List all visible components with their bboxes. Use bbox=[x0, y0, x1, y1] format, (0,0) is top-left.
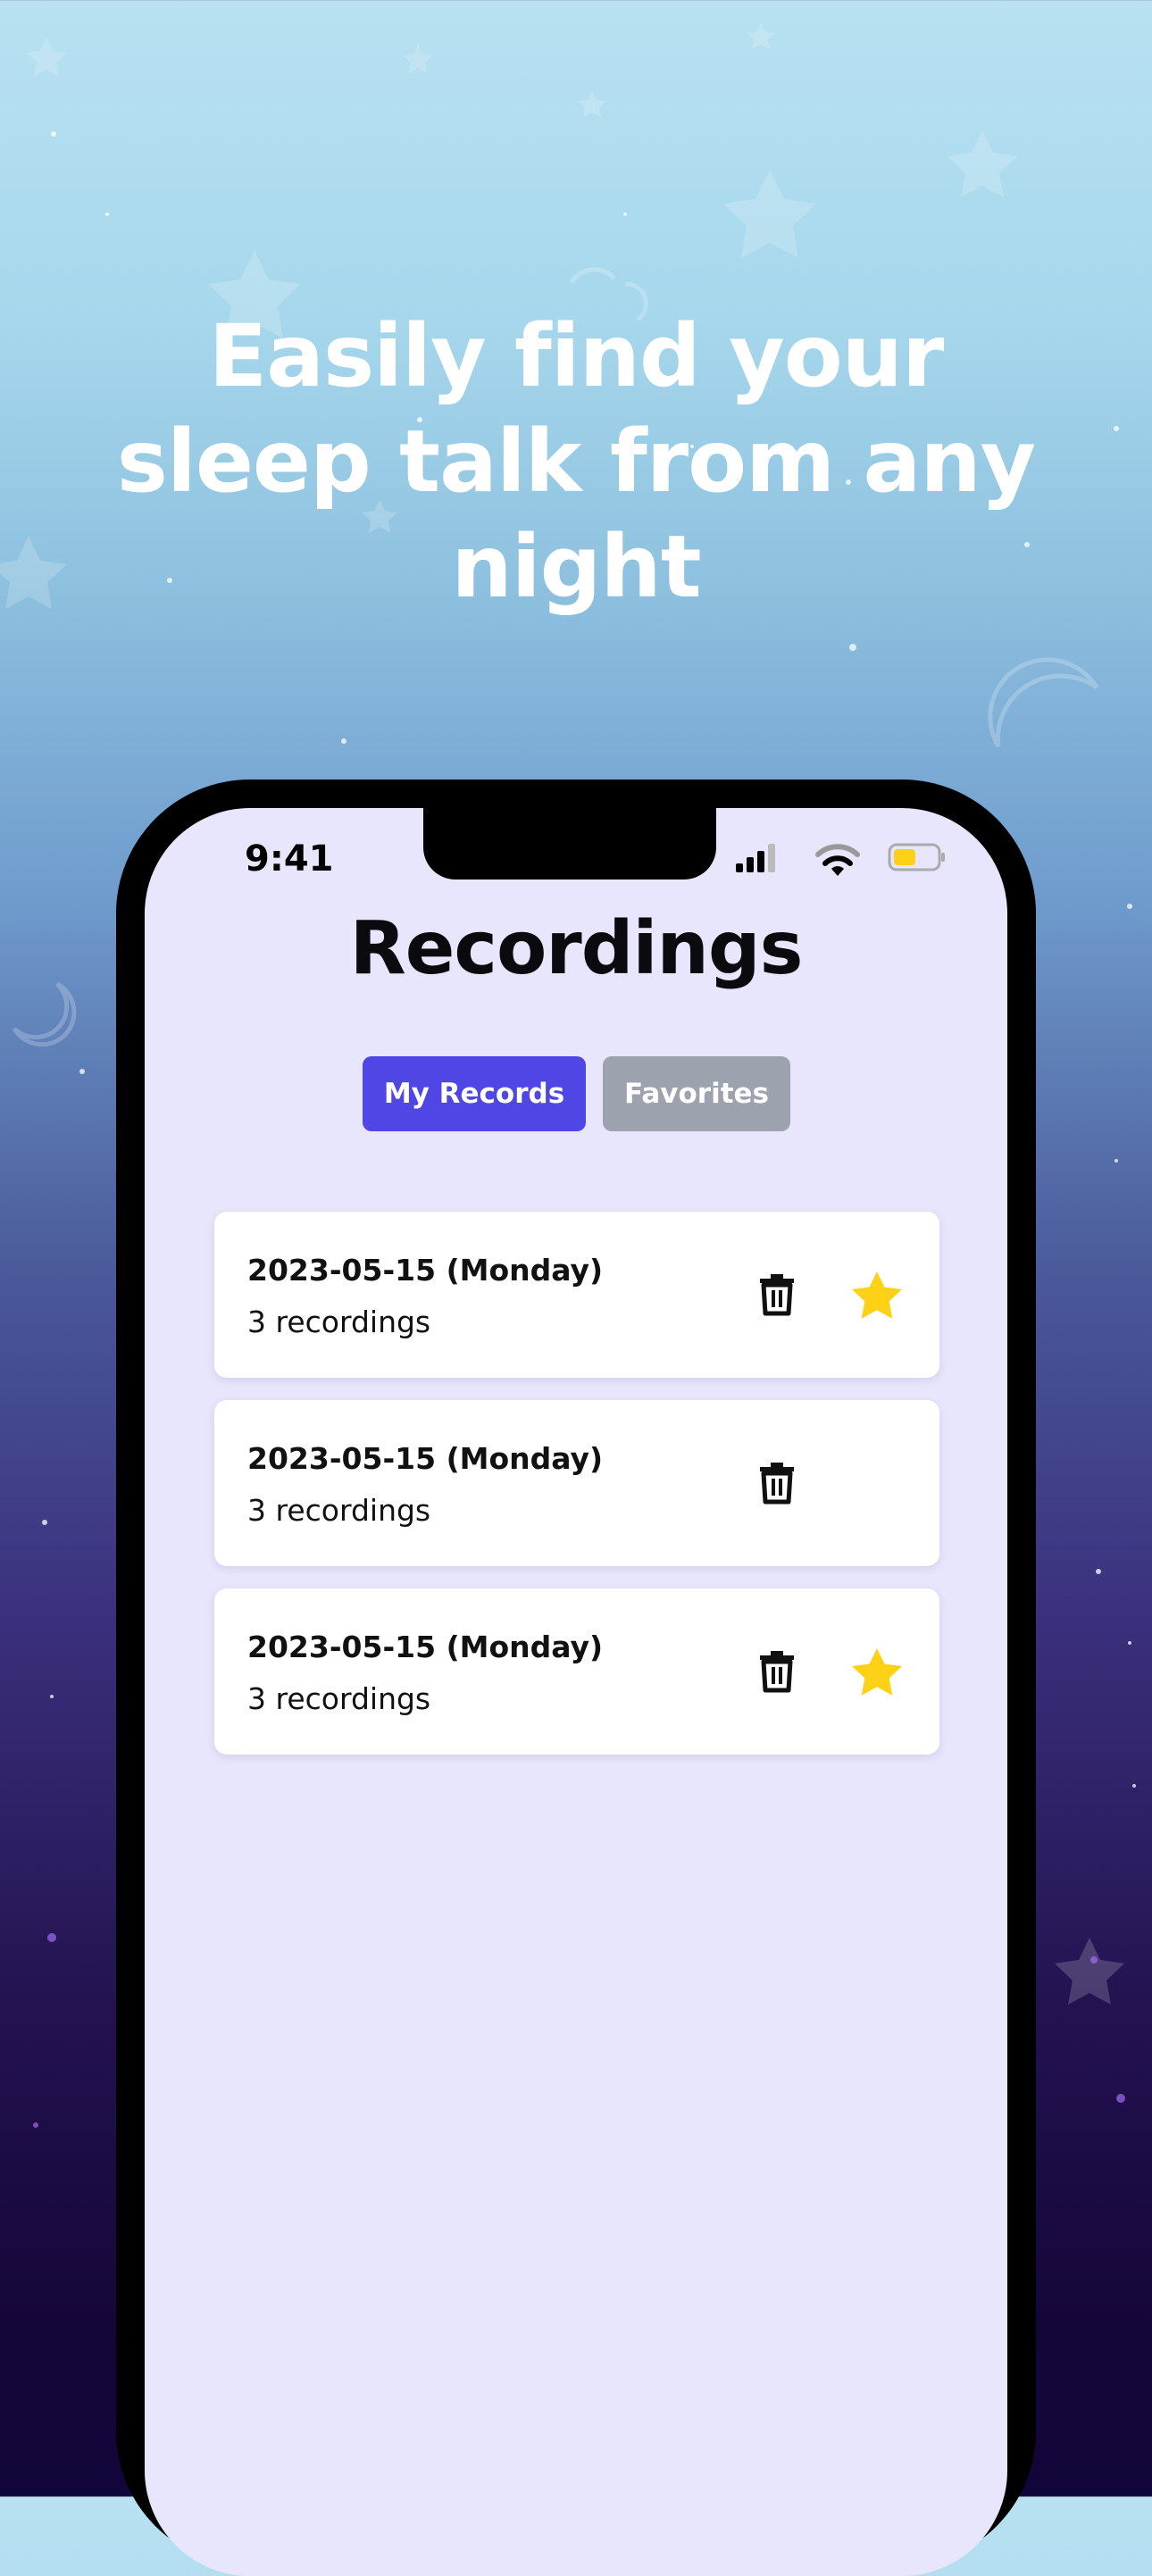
record-date: 2023-05-15 (Monday) bbox=[247, 1441, 604, 1476]
star-icon bbox=[747, 23, 775, 49]
moon-icon bbox=[12, 981, 77, 1047]
record-count: 3 recordings bbox=[247, 1493, 431, 1528]
headline-line-1: Easily find your bbox=[208, 306, 945, 406]
record-date: 2023-05-15 (Monday) bbox=[247, 1253, 604, 1288]
favorite-star-icon[interactable] bbox=[850, 1269, 904, 1322]
trash-icon[interactable] bbox=[755, 1649, 799, 1694]
star-icon bbox=[1055, 1938, 1124, 2005]
phone-notch bbox=[423, 808, 716, 880]
star-icon bbox=[723, 170, 816, 258]
wifi-icon bbox=[815, 844, 860, 876]
battery-icon bbox=[888, 843, 945, 871]
trash-icon[interactable] bbox=[755, 1272, 799, 1317]
recording-card[interactable]: 2023-05-15 (Monday) 3 recordings bbox=[214, 1588, 939, 1755]
recording-card[interactable]: 2023-05-15 (Monday) 3 recordings bbox=[214, 1400, 939, 1566]
star-icon bbox=[578, 91, 606, 117]
record-date: 2023-05-15 (Monday) bbox=[247, 1630, 604, 1664]
moon-icon bbox=[569, 267, 616, 284]
star-icon bbox=[403, 45, 433, 73]
headline-line-2: sleep talk from any night bbox=[116, 412, 1036, 617]
phone-frame: 9:41 Recordings My Records Favorites 202… bbox=[116, 779, 1036, 2576]
favorite-star-icon[interactable] bbox=[850, 1646, 904, 1699]
status-icons bbox=[734, 842, 957, 878]
recordings-list: 2023-05-15 (Monday) 3 recordings 2023-05… bbox=[214, 1212, 939, 1777]
moon-icon bbox=[988, 657, 1099, 748]
cellular-signal-icon bbox=[736, 844, 775, 872]
page-title: Recordings bbox=[349, 906, 804, 991]
recording-card[interactable]: 2023-05-15 (Monday) 3 recordings bbox=[214, 1212, 939, 1378]
trash-icon[interactable] bbox=[755, 1461, 799, 1505]
record-count: 3 recordings bbox=[247, 1305, 431, 1339]
tab-favorites[interactable]: Favorites bbox=[603, 1056, 790, 1131]
star-icon bbox=[947, 130, 1017, 197]
promo-headline: Easily find your sleep talk from any nig… bbox=[0, 304, 1152, 620]
status-time: 9:41 bbox=[245, 838, 334, 880]
star-icon bbox=[26, 38, 67, 77]
record-count: 3 recordings bbox=[247, 1681, 431, 1716]
tab-my-records[interactable]: My Records bbox=[363, 1056, 586, 1131]
app-screen: 9:41 Recordings My Records Favorites 202… bbox=[145, 808, 1007, 2576]
